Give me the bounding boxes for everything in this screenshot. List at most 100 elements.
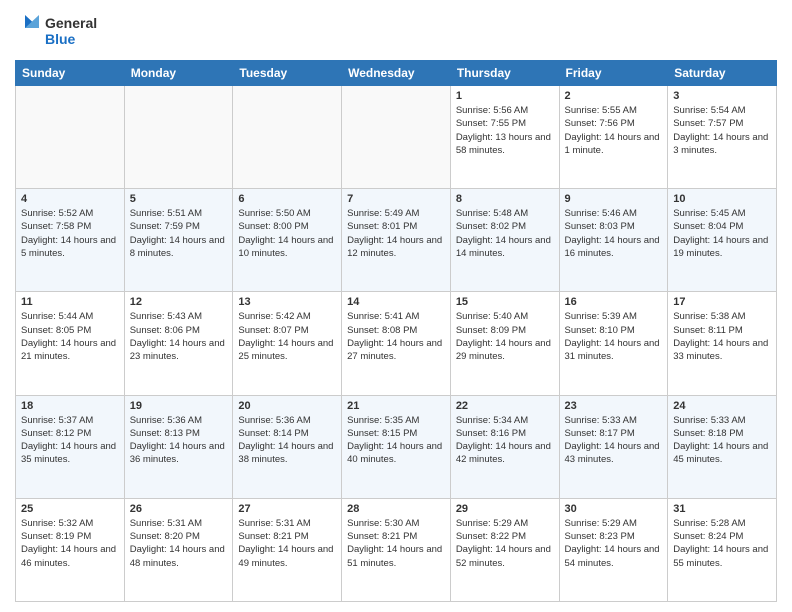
day-number: 9: [565, 193, 663, 205]
sun-info: Sunrise: 5:38 AMSunset: 8:11 PMDaylight:…: [673, 310, 771, 363]
calendar-day-header: Saturday: [668, 61, 777, 86]
day-number: 26: [130, 503, 228, 515]
calendar-cell: 23 Sunrise: 5:33 AMSunset: 8:17 PMDayligh…: [559, 395, 668, 498]
calendar-week-row: 11 Sunrise: 5:44 AMSunset: 8:05 PMDayligh…: [16, 292, 777, 395]
calendar-cell: 4 Sunrise: 5:52 AMSunset: 7:58 PMDaylight…: [16, 189, 125, 292]
calendar-cell: 9 Sunrise: 5:46 AMSunset: 8:03 PMDaylight…: [559, 189, 668, 292]
calendar-cell: 22 Sunrise: 5:34 AMSunset: 8:16 PMDayligh…: [450, 395, 559, 498]
calendar-cell: [16, 86, 125, 189]
calendar-cell: 6Sunrise: 5:50 AMSunset: 8:00 PMDaylight…: [233, 189, 342, 292]
calendar-week-row: 4 Sunrise: 5:52 AMSunset: 7:58 PMDaylight…: [16, 189, 777, 292]
calendar-cell: 3 Sunrise: 5:54 AMSunset: 7:57 PMDaylight…: [668, 86, 777, 189]
sun-info: Sunrise: 5:29 AMSunset: 8:22 PMDaylight:…: [456, 517, 554, 570]
calendar-cell: 20Sunrise: 5:36 AMSunset: 8:14 PMDayligh…: [233, 395, 342, 498]
sun-info: Sunrise: 5:33 AMSunset: 8:18 PMDaylight:…: [673, 414, 771, 467]
sun-info: Sunrise: 5:56 AMSunset: 7:55 PMDaylight:…: [456, 104, 554, 157]
svg-text:Blue: Blue: [45, 31, 76, 47]
calendar-week-row: 18 Sunrise: 5:37 AMSunset: 8:12 PMDayligh…: [16, 395, 777, 498]
header: General Blue: [15, 10, 777, 52]
day-number: 23: [565, 400, 663, 412]
logo: General Blue: [15, 10, 105, 52]
sun-info: Sunrise: 5:35 AMSunset: 8:15 PMDaylight:…: [347, 414, 445, 467]
day-number: 18: [21, 400, 119, 412]
calendar-cell: [124, 86, 233, 189]
day-number: 10: [673, 193, 771, 205]
logo-svg: General Blue: [15, 10, 105, 52]
sun-info: Sunrise: 5:28 AMSunset: 8:24 PMDaylight:…: [673, 517, 771, 570]
day-number: 22: [456, 400, 554, 412]
sun-info: Sunrise: 5:32 AMSunset: 8:19 PMDaylight:…: [21, 517, 119, 570]
sun-info: Sunrise: 5:52 AMSunset: 7:58 PMDaylight:…: [21, 207, 119, 260]
calendar-day-header: Friday: [559, 61, 668, 86]
sun-info: Sunrise: 5:30 AMSunset: 8:21 PMDaylight:…: [347, 517, 445, 570]
calendar-cell: 27Sunrise: 5:31 AMSunset: 8:21 PMDayligh…: [233, 498, 342, 601]
day-number: 19: [130, 400, 228, 412]
sun-info: Sunrise: 5:36 AMSunset: 8:13 PMDaylight:…: [130, 414, 228, 467]
calendar-week-row: 25 Sunrise: 5:32 AMSunset: 8:19 PMDayligh…: [16, 498, 777, 601]
sun-info: Sunrise: 5:49 AMSunset: 8:01 PMDaylight:…: [347, 207, 445, 260]
calendar-cell: 2 Sunrise: 5:55 AMSunset: 7:56 PMDaylight…: [559, 86, 668, 189]
sun-info: Sunrise: 5:42 AMSunset: 8:07 PMDaylight:…: [238, 310, 336, 363]
calendar-day-header: Thursday: [450, 61, 559, 86]
sun-info: Sunrise: 5:45 AMSunset: 8:04 PMDaylight:…: [673, 207, 771, 260]
day-number: 4: [21, 193, 119, 205]
calendar-cell: 16Sunrise: 5:39 AMSunset: 8:10 PMDayligh…: [559, 292, 668, 395]
calendar-day-header: Monday: [124, 61, 233, 86]
day-number: 5: [130, 193, 228, 205]
calendar-cell: 30 Sunrise: 5:29 AMSunset: 8:23 PMDayligh…: [559, 498, 668, 601]
calendar-cell: 21 Sunrise: 5:35 AMSunset: 8:15 PMDayligh…: [342, 395, 451, 498]
day-number: 31: [673, 503, 771, 515]
day-number: 17: [673, 296, 771, 308]
calendar-cell: 11 Sunrise: 5:44 AMSunset: 8:05 PMDayligh…: [16, 292, 125, 395]
sun-info: Sunrise: 5:34 AMSunset: 8:16 PMDaylight:…: [456, 414, 554, 467]
calendar-header-row: SundayMondayTuesdayWednesdayThursdayFrid…: [16, 61, 777, 86]
day-number: 1: [456, 90, 554, 102]
day-number: 3: [673, 90, 771, 102]
calendar-cell: 5 Sunrise: 5:51 AMSunset: 7:59 PMDaylight…: [124, 189, 233, 292]
calendar-cell: 13Sunrise: 5:42 AMSunset: 8:07 PMDayligh…: [233, 292, 342, 395]
day-number: 21: [347, 400, 445, 412]
day-number: 7: [347, 193, 445, 205]
sun-info: Sunrise: 5:43 AMSunset: 8:06 PMDaylight:…: [130, 310, 228, 363]
page: General Blue SundayMondayTuesdayWednesda…: [0, 0, 792, 612]
sun-info: Sunrise: 5:31 AMSunset: 8:20 PMDaylight:…: [130, 517, 228, 570]
calendar-cell: 18 Sunrise: 5:37 AMSunset: 8:12 PMDayligh…: [16, 395, 125, 498]
calendar-cell: 29 Sunrise: 5:29 AMSunset: 8:22 PMDayligh…: [450, 498, 559, 601]
sun-info: Sunrise: 5:50 AMSunset: 8:00 PMDaylight:…: [238, 207, 336, 260]
calendar-cell: 24 Sunrise: 5:33 AMSunset: 8:18 PMDayligh…: [668, 395, 777, 498]
calendar-cell: [233, 86, 342, 189]
day-number: 29: [456, 503, 554, 515]
day-number: 8: [456, 193, 554, 205]
day-number: 28: [347, 503, 445, 515]
svg-text:General: General: [45, 15, 97, 31]
day-number: 20: [238, 400, 336, 412]
calendar-day-header: Sunday: [16, 61, 125, 86]
day-number: 25: [21, 503, 119, 515]
calendar-cell: 8 Sunrise: 5:48 AMSunset: 8:02 PMDaylight…: [450, 189, 559, 292]
day-number: 11: [21, 296, 119, 308]
calendar-cell: 10 Sunrise: 5:45 AMSunset: 8:04 PMDayligh…: [668, 189, 777, 292]
sun-info: Sunrise: 5:51 AMSunset: 7:59 PMDaylight:…: [130, 207, 228, 260]
calendar-cell: 26 Sunrise: 5:31 AMSunset: 8:20 PMDayligh…: [124, 498, 233, 601]
day-number: 12: [130, 296, 228, 308]
sun-info: Sunrise: 5:54 AMSunset: 7:57 PMDaylight:…: [673, 104, 771, 157]
sun-info: Sunrise: 5:48 AMSunset: 8:02 PMDaylight:…: [456, 207, 554, 260]
sun-info: Sunrise: 5:29 AMSunset: 8:23 PMDaylight:…: [565, 517, 663, 570]
calendar-table: SundayMondayTuesdayWednesdayThursdayFrid…: [15, 60, 777, 602]
calendar-cell: 1 Sunrise: 5:56 AMSunset: 7:55 PMDaylight…: [450, 86, 559, 189]
sun-info: Sunrise: 5:46 AMSunset: 8:03 PMDaylight:…: [565, 207, 663, 260]
sun-info: Sunrise: 5:37 AMSunset: 8:12 PMDaylight:…: [21, 414, 119, 467]
calendar-cell: 12 Sunrise: 5:43 AMSunset: 8:06 PMDayligh…: [124, 292, 233, 395]
day-number: 30: [565, 503, 663, 515]
day-number: 2: [565, 90, 663, 102]
sun-info: Sunrise: 5:33 AMSunset: 8:17 PMDaylight:…: [565, 414, 663, 467]
sun-info: Sunrise: 5:40 AMSunset: 8:09 PMDaylight:…: [456, 310, 554, 363]
calendar-cell: 15Sunrise: 5:40 AMSunset: 8:09 PMDayligh…: [450, 292, 559, 395]
sun-info: Sunrise: 5:44 AMSunset: 8:05 PMDaylight:…: [21, 310, 119, 363]
day-number: 14: [347, 296, 445, 308]
sun-info: Sunrise: 5:55 AMSunset: 7:56 PMDaylight:…: [565, 104, 663, 157]
calendar-cell: 19 Sunrise: 5:36 AMSunset: 8:13 PMDayligh…: [124, 395, 233, 498]
day-number: 24: [673, 400, 771, 412]
sun-info: Sunrise: 5:39 AMSunset: 8:10 PMDaylight:…: [565, 310, 663, 363]
calendar-cell: 14Sunrise: 5:41 AMSunset: 8:08 PMDayligh…: [342, 292, 451, 395]
